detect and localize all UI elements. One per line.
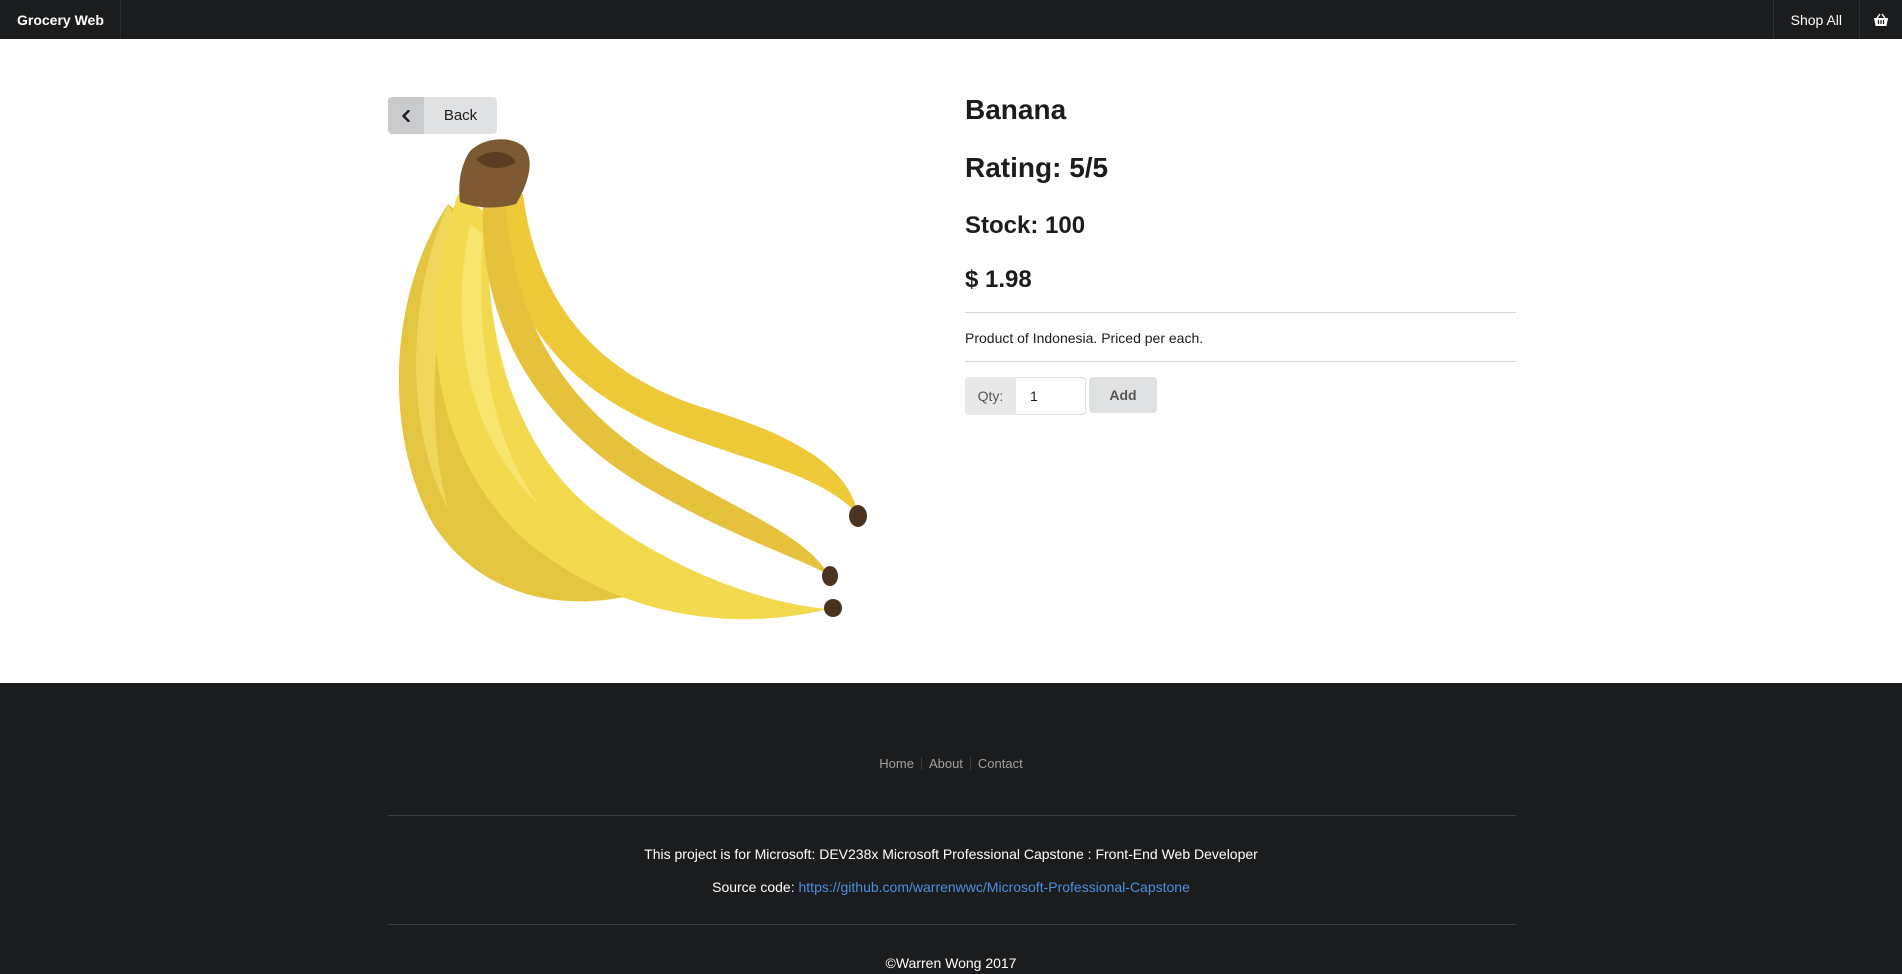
- source-line: Source code: https://github.com/warrenww…: [0, 879, 1902, 895]
- back-button-label: Back: [443, 107, 478, 124]
- qty-label: Qty:: [965, 377, 1016, 415]
- divider: [965, 312, 1516, 313]
- add-to-cart-form: Qty: Add: [965, 377, 1157, 415]
- shop-all-link[interactable]: Shop All: [1772, 0, 1859, 39]
- product-stock: Stock: 100: [965, 212, 1086, 239]
- product-description: Product of Indonesia. Priced per each.: [965, 330, 1204, 346]
- source-link[interactable]: https://github.com/warrenwwc/Microsoft-P…: [799, 879, 1190, 895]
- footer-links: Home About Contact: [0, 756, 1902, 771]
- product-page: Back Banana Rating: 5/5 Stock: 100 $ 1.9…: [0, 39, 1902, 683]
- product-price: $ 1.98: [965, 266, 1032, 293]
- footer-divider: [388, 924, 1516, 925]
- brand-link[interactable]: Grocery Web: [0, 0, 121, 39]
- banana-image: [388, 134, 938, 669]
- chevron-left-icon: [388, 97, 424, 134]
- copyright: ©Warren Wong 2017: [885, 955, 1017, 971]
- divider: [965, 361, 1516, 362]
- back-button[interactable]: Back: [388, 97, 497, 134]
- footer-link-about[interactable]: About: [922, 756, 970, 771]
- source-label: Source code:: [712, 879, 795, 895]
- cart-icon: [1873, 13, 1889, 27]
- product-rating: Rating: 5/5: [965, 152, 1109, 183]
- footer: Home About Contact This project is for M…: [0, 683, 1902, 974]
- project-text: This project is for Microsoft: DEV238x M…: [644, 846, 1258, 862]
- top-nav: Grocery Web Shop All: [0, 0, 1902, 39]
- add-button[interactable]: Add: [1089, 377, 1157, 413]
- footer-link-contact[interactable]: Contact: [971, 756, 1030, 771]
- footer-link-home[interactable]: Home: [872, 756, 921, 771]
- cart-button[interactable]: [1859, 0, 1902, 39]
- footer-divider: [388, 815, 1516, 816]
- product-name: Banana: [965, 94, 1067, 125]
- qty-input[interactable]: [1016, 377, 1086, 415]
